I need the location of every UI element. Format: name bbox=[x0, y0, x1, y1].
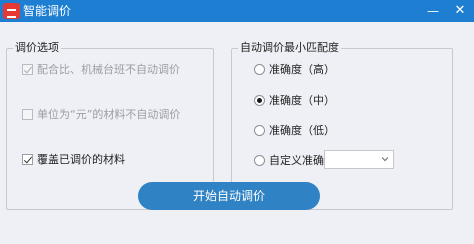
accuracy-high-label: 准确度（高） bbox=[269, 63, 335, 76]
custom-accuracy-select[interactable] bbox=[324, 150, 394, 169]
option-mix-machine-label: 配合比、机械台班不自动调价 bbox=[37, 63, 180, 76]
option-yuan-unit-label: 单位为“元”的材料不自动调价 bbox=[37, 108, 181, 121]
option-mix-machine-no-adjust[interactable]: 配合比、机械台班不自动调价 bbox=[22, 61, 180, 77]
option-yuan-unit-checkbox[interactable] bbox=[22, 108, 33, 120]
option-overwrite-label: 覆盖已调价的材料 bbox=[37, 153, 125, 166]
accuracy-low-label: 准确度（低） bbox=[269, 124, 335, 137]
accuracy-custom-radio[interactable] bbox=[254, 154, 265, 166]
option-overwrite-checkbox[interactable] bbox=[22, 153, 33, 165]
adjust-options-group-label: 调价选项 bbox=[13, 41, 61, 55]
minimize-icon[interactable]: — bbox=[424, 2, 442, 20]
start-auto-adjust-button[interactable]: 开始自动调价 bbox=[138, 182, 320, 210]
option-overwrite-adjusted[interactable]: 覆盖已调价的材料 bbox=[22, 151, 125, 167]
option-yuan-unit-no-adjust[interactable]: 单位为“元”的材料不自动调价 bbox=[22, 106, 180, 122]
accuracy-medium-label: 准确度（中） bbox=[269, 94, 335, 107]
chevron-down-icon bbox=[381, 157, 389, 162]
dialog-body: 调价选项 自动调价最小匹配度 bbox=[0, 22, 474, 244]
accuracy-custom-option[interactable]: 自定义准确度 bbox=[254, 152, 335, 168]
close-icon[interactable]: ✕ bbox=[451, 2, 469, 20]
match-degree-group-label: 自动调价最小匹配度 bbox=[238, 41, 341, 55]
accuracy-high-radio[interactable] bbox=[254, 63, 265, 75]
accuracy-high-option[interactable]: 准确度（高） bbox=[254, 61, 335, 77]
accuracy-medium-option[interactable]: 准确度（中） bbox=[254, 92, 335, 108]
app-logo-icon bbox=[3, 3, 20, 19]
accuracy-low-option[interactable]: 准确度（低） bbox=[254, 122, 335, 138]
option-mix-machine-checkbox[interactable] bbox=[22, 63, 33, 75]
title-bar: 智能调价 — ✕ bbox=[0, 0, 474, 22]
accuracy-low-radio[interactable] bbox=[254, 124, 265, 136]
window-title: 智能调价 bbox=[23, 4, 72, 18]
accuracy-medium-radio[interactable] bbox=[254, 94, 265, 106]
